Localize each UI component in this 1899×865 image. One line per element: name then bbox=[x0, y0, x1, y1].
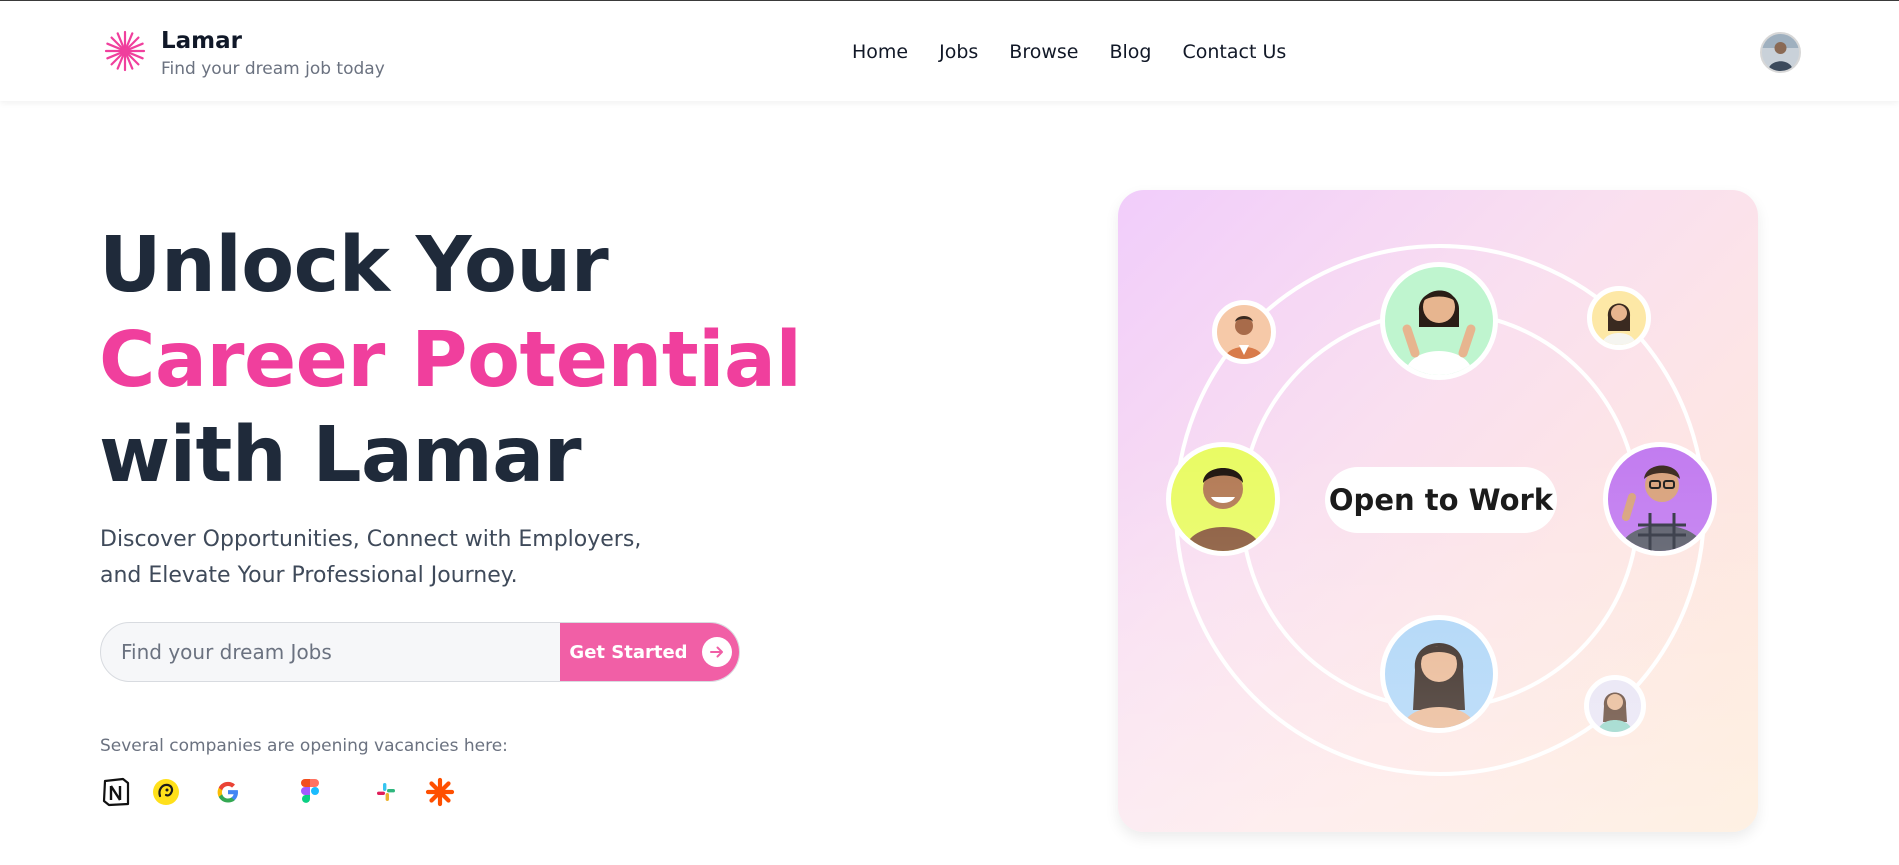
figma-icon bbox=[294, 776, 326, 808]
brand-tagline: Find your dream job today bbox=[161, 59, 385, 79]
person-avatar-3 bbox=[1587, 286, 1651, 350]
main-nav: Home Jobs Browse Blog Contact Us bbox=[852, 39, 1286, 65]
sunburst-logo-icon bbox=[104, 30, 146, 72]
hero-subtitle: Discover Opportunities, Connect with Emp… bbox=[100, 527, 642, 588]
job-search-input[interactable] bbox=[101, 623, 561, 681]
mailchimp-icon bbox=[150, 776, 182, 808]
hero-title-line-2: Career Potential bbox=[99, 316, 802, 405]
job-search-bar: Get Started bbox=[100, 622, 740, 682]
open-to-work-badge: Open to Work bbox=[1325, 467, 1557, 533]
user-avatar[interactable] bbox=[1760, 32, 1801, 73]
nav-contact-us[interactable]: Contact Us bbox=[1182, 39, 1286, 65]
brand-name: Lamar bbox=[161, 28, 243, 54]
nav-blog[interactable]: Blog bbox=[1109, 39, 1151, 65]
person-avatar-7 bbox=[1584, 675, 1646, 737]
get-started-label: Get Started bbox=[569, 641, 688, 663]
hero-title-line-1: Unlock Your bbox=[99, 221, 609, 310]
company-logos bbox=[100, 776, 480, 810]
open-to-work-card: Open to Work bbox=[1118, 190, 1758, 832]
get-started-button[interactable]: Get Started bbox=[560, 623, 739, 681]
google-icon bbox=[212, 776, 244, 808]
slack-icon bbox=[370, 776, 402, 808]
person-avatar-2 bbox=[1380, 262, 1498, 380]
brand[interactable]: Lamar Find your dream job today bbox=[103, 27, 385, 82]
hero-title-line-3: with Lamar bbox=[99, 411, 582, 500]
notion-icon bbox=[100, 776, 132, 808]
nav-home[interactable]: Home bbox=[852, 39, 908, 65]
top-navigation-bar: Lamar Find your dream job today Home Job… bbox=[0, 0, 1899, 101]
companies-label: Several companies are opening vacancies … bbox=[100, 736, 508, 756]
person-avatar-4 bbox=[1166, 442, 1280, 556]
zapier-icon bbox=[424, 776, 456, 808]
person-avatar-1 bbox=[1212, 300, 1276, 364]
nav-browse[interactable]: Browse bbox=[1009, 39, 1078, 65]
hero-title: Unlock Your Career Potential with Lamar bbox=[99, 218, 802, 503]
person-avatar-5 bbox=[1603, 442, 1717, 556]
arrow-right-icon bbox=[701, 637, 732, 667]
nav-jobs[interactable]: Jobs bbox=[939, 39, 978, 65]
user-avatar-icon bbox=[1762, 34, 1799, 71]
brand-text: Lamar Find your dream job today bbox=[161, 27, 385, 82]
person-avatar-6 bbox=[1380, 615, 1498, 733]
